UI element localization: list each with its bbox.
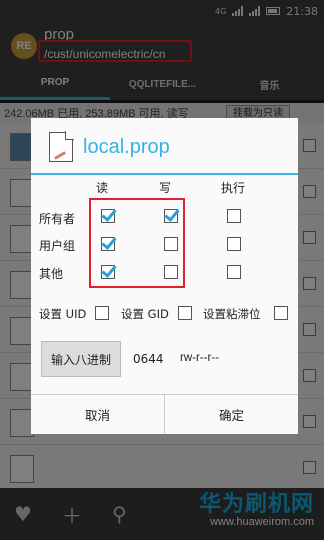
- sticky-bit-label: 设置粘滞位: [203, 307, 261, 321]
- set-gid-label: 设置 GID: [121, 307, 169, 321]
- group-execute-checkbox[interactable]: [227, 237, 241, 251]
- owner-execute-checkbox[interactable]: [227, 209, 241, 223]
- permissions-dialog: local.prop 读 写 执行 所有者 用户组 其他 设置 UID 设置 G…: [31, 118, 298, 434]
- dialog-title: local.prop: [83, 136, 170, 158]
- dialog-footer: 取消 确定: [31, 394, 298, 434]
- file-icon: [49, 131, 74, 162]
- dialog-divider: [31, 173, 298, 175]
- set-gid-checkbox[interactable]: [178, 306, 192, 320]
- cancel-button[interactable]: 取消: [31, 395, 165, 434]
- enter-octal-button[interactable]: 输入八进制: [41, 341, 121, 377]
- confirm-button[interactable]: 确定: [165, 395, 298, 434]
- row-label-others: 其他: [39, 267, 64, 281]
- row-label-group: 用户组: [39, 239, 76, 253]
- permission-string: rw-r--r--: [180, 352, 219, 364]
- sticky-bit-checkbox[interactable]: [274, 306, 288, 320]
- column-execute: 执行: [221, 181, 246, 195]
- column-write: 写: [159, 181, 172, 195]
- column-read: 读: [96, 181, 109, 195]
- row-label-owner: 所有者: [39, 212, 76, 226]
- octal-value: 0644: [133, 352, 164, 366]
- dialog-header: local.prop: [31, 118, 298, 178]
- set-uid-checkbox[interactable]: [95, 306, 109, 320]
- others-execute-checkbox[interactable]: [227, 265, 241, 279]
- permissions-highlight-box: [89, 198, 185, 288]
- set-uid-label: 设置 UID: [39, 307, 87, 321]
